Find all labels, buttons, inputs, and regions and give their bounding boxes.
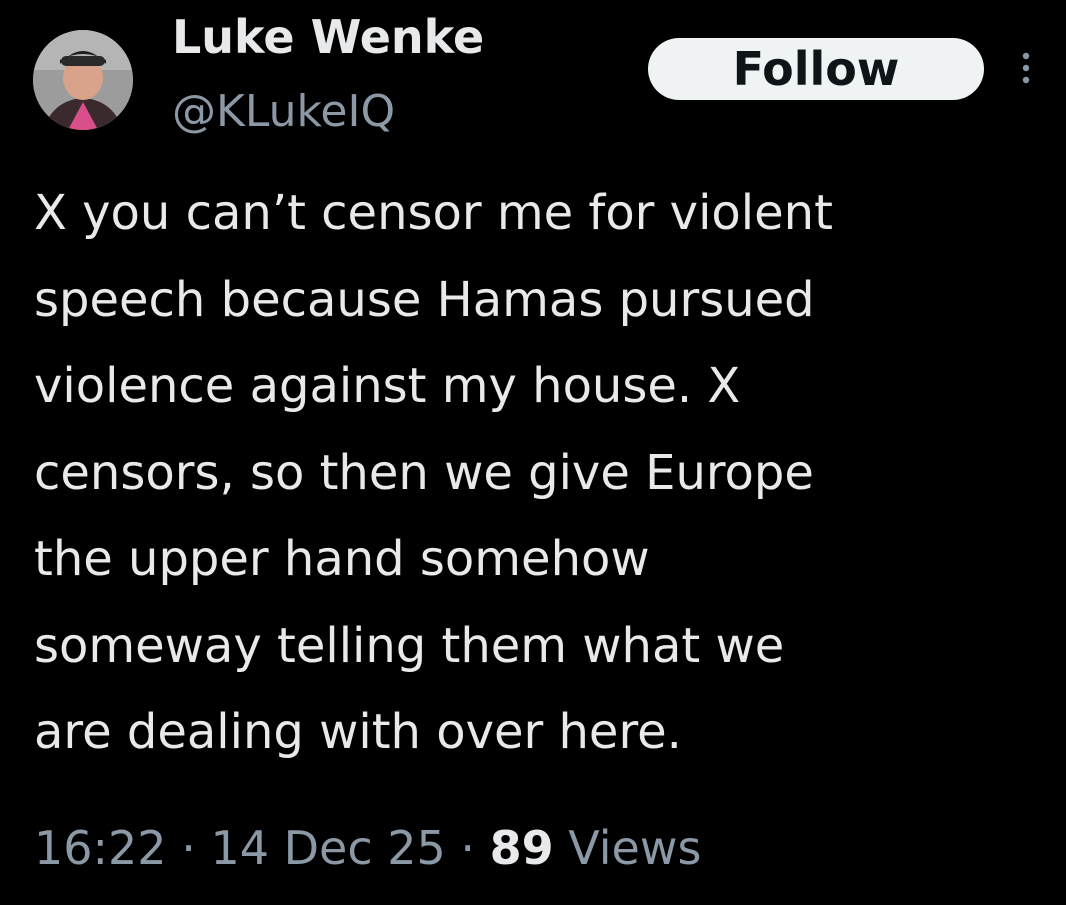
tweet-text: X you can’t censor me for violent speech… <box>34 170 1044 776</box>
views-count: 89 <box>489 821 554 875</box>
tweet-date[interactable]: 14 Dec 25 <box>210 821 445 875</box>
follow-button[interactable]: Follow <box>648 38 984 100</box>
tweet-text-line: speech because Hamas pursued <box>34 271 815 328</box>
tweet-text-line: censors, so then we give Europe <box>34 444 814 501</box>
views-label: Views <box>568 821 702 875</box>
user-handle[interactable]: @KLukeIQ <box>172 84 395 140</box>
tweet-text-line: X you can’t censor me for violent <box>34 185 833 241</box>
meta-separator: · <box>181 821 196 875</box>
avatar-image <box>33 30 133 130</box>
tweet-text-line: someway telling them what we <box>34 617 785 674</box>
meta-separator: · <box>460 821 476 875</box>
display-name[interactable]: Luke Wenke <box>172 6 484 68</box>
tweet-time[interactable]: 16:22 <box>34 821 167 875</box>
avatar[interactable] <box>33 30 133 130</box>
tweet-card: Luke Wenke @KLukeIQ Follow X you can’t c… <box>0 0 1066 905</box>
tweet-text-line: are dealing with over here. <box>34 704 682 760</box>
tweet-text-line: the upper hand somehow <box>34 531 650 587</box>
more-vertical-icon[interactable] <box>1014 48 1038 88</box>
tweet-metadata: 16:22 · 14 Dec 25 · 89 Views <box>34 812 701 884</box>
tweet-text-line: violence against my house. X <box>34 358 741 414</box>
